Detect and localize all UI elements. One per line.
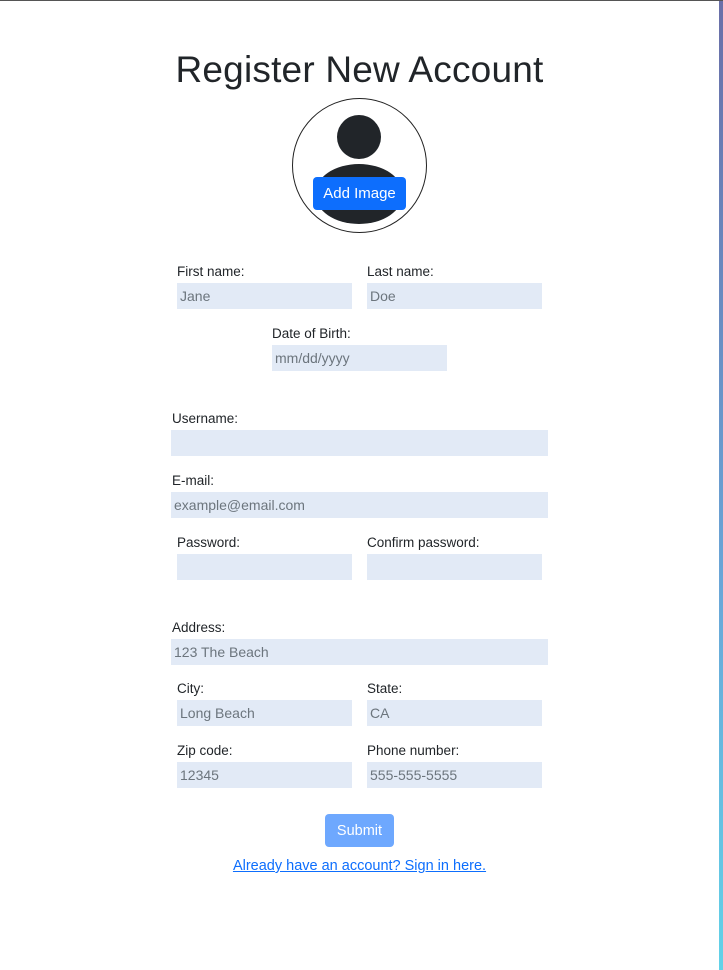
confirm-password-label: Confirm password: — [367, 535, 480, 550]
avatar — [292, 98, 427, 233]
phone-label: Phone number: — [367, 743, 460, 758]
address-input[interactable] — [171, 639, 548, 665]
city-input[interactable] — [177, 700, 352, 726]
email-label: E-mail: — [172, 473, 215, 488]
password-input[interactable] — [177, 554, 352, 580]
page-title: Register New Account — [175, 49, 544, 90]
zip-label: Zip code: — [177, 743, 233, 758]
username-input[interactable] — [171, 430, 548, 456]
person-icon — [315, 115, 403, 224]
dob-label: Date of Birth: — [272, 326, 351, 341]
submit-button[interactable]: Submit — [325, 814, 394, 847]
username-label: Username: — [172, 411, 239, 426]
dob-input[interactable] — [272, 345, 447, 371]
address-label: Address: — [172, 620, 226, 635]
email-input[interactable] — [171, 492, 548, 518]
password-label: Password: — [177, 535, 241, 550]
last-name-label: Last name: — [367, 264, 434, 279]
state-label: State: — [367, 681, 403, 696]
confirm-password-input[interactable] — [367, 554, 542, 580]
last-name-input[interactable] — [367, 283, 542, 309]
city-label: City: — [177, 681, 204, 696]
state-input[interactable] — [367, 700, 542, 726]
zip-input[interactable] — [177, 762, 352, 788]
add-image-button[interactable]: Add Image — [313, 177, 406, 210]
first-name-label: First name: — [177, 264, 245, 279]
first-name-input[interactable] — [177, 283, 352, 309]
phone-input[interactable] — [367, 762, 542, 788]
sign-in-link[interactable]: Already have an account? Sign in here. — [0, 858, 719, 874]
window-edge — [719, 1, 723, 970]
